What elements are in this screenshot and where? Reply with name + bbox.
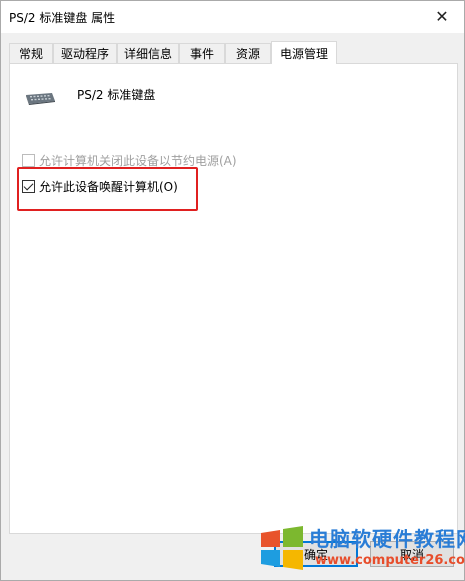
tab-label: 资源 [235, 47, 260, 61]
allow-wake-label: 允许此设备唤醒计算机(O) [39, 180, 178, 194]
tab-label: 驱动程序 [60, 47, 109, 61]
tab-general[interactable]: 常规 [9, 43, 53, 63]
tab-events[interactable]: 事件 [179, 43, 225, 63]
close-button[interactable]: ✕ [420, 1, 464, 31]
title-bar: PS/2 标准键盘 属性 ✕ [1, 1, 464, 33]
tab-label: 详细信息 [123, 47, 172, 61]
windows-logo-icon [261, 526, 303, 570]
tab-label: 常规 [18, 47, 43, 61]
tab-driver[interactable]: 驱动程序 [53, 43, 117, 63]
tab-resources[interactable]: 资源 [225, 43, 271, 63]
tab-details[interactable]: 详细信息 [117, 43, 179, 63]
allow-power-off-checkbox[interactable] [22, 154, 35, 167]
tab-label: 电源管理 [279, 46, 328, 61]
window-title: PS/2 标准键盘 属性 [9, 11, 116, 25]
watermark-url: www.computer26.com [315, 553, 465, 568]
tab-power-management[interactable]: 电源管理 [271, 41, 337, 64]
allow-wake-checkbox[interactable] [22, 180, 35, 193]
properties-dialog: PS/2 标准键盘 属性 ✕ 常规 驱动程序 详细信息 事件 资源 电源管理 P… [0, 0, 465, 581]
power-management-panel: PS/2 标准键盘 允许计算机关闭此设备以节约电源(A) 允许此设备唤醒计算机(… [9, 63, 458, 534]
allow-power-off-label: 允许计算机关闭此设备以节约电源(A) [39, 154, 237, 168]
watermark-title: 电脑软硬件教程网 [309, 527, 465, 551]
tab-label: 事件 [189, 47, 214, 61]
watermark: 电脑软硬件教程网 www.computer26.com [259, 521, 465, 577]
close-icon: ✕ [435, 6, 449, 26]
keyboard-icon [26, 93, 55, 105]
allow-power-off-option: 允许计算机关闭此设备以节约电源(A) [22, 152, 237, 169]
allow-wake-option: 允许此设备唤醒计算机(O) [22, 178, 178, 195]
device-name: PS/2 标准键盘 [77, 88, 156, 102]
tab-strip: 常规 驱动程序 详细信息 事件 资源 电源管理 [9, 41, 458, 64]
